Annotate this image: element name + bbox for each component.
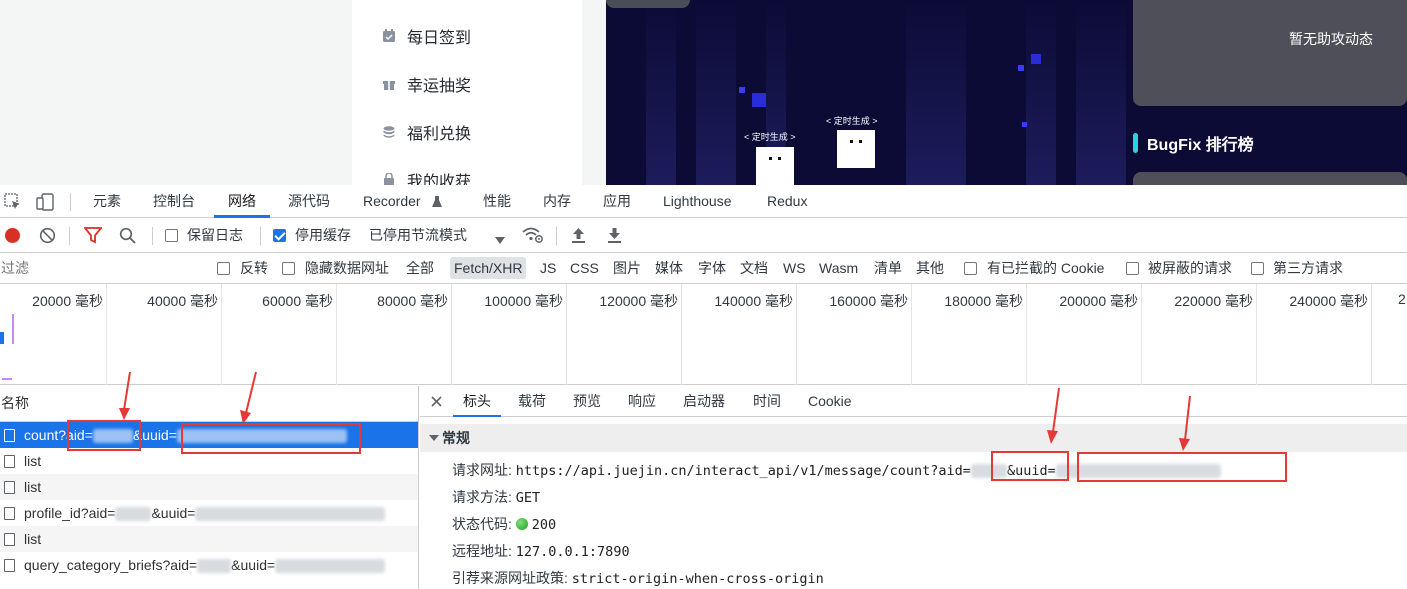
- annotation-arrows: [119, 371, 1191, 451]
- annotation-arrow: [1184, 395, 1191, 441]
- annotation-arrow: [245, 371, 257, 414]
- annotation-arrowhead: [1047, 430, 1058, 444]
- annotation-arrowhead: [119, 408, 130, 420]
- annotation-arrowhead: [240, 410, 251, 424]
- annotation-arrow: [1052, 387, 1060, 433]
- annotation-arrow: [123, 371, 131, 411]
- annotation-arrowhead: [1179, 438, 1190, 451]
